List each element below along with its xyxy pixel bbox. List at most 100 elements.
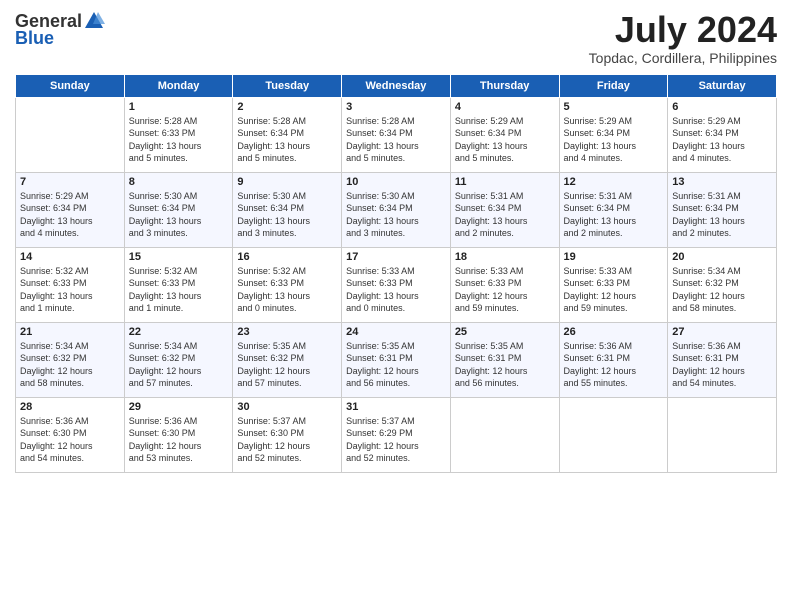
calendar-cell: 7Sunrise: 5:29 AMSunset: 6:34 PMDaylight…	[16, 172, 125, 247]
day-number: 29	[129, 401, 229, 413]
day-number: 25	[455, 326, 555, 338]
sunset-text: Sunset: 6:32 PM	[129, 352, 229, 365]
day-info: Sunrise: 5:29 AMSunset: 6:34 PMDaylight:…	[20, 190, 120, 240]
daylight-text: Daylight: 12 hoursand 57 minutes.	[129, 365, 229, 390]
sunrise-text: Sunrise: 5:33 AM	[455, 265, 555, 278]
daylight-text: Daylight: 12 hoursand 56 minutes.	[346, 365, 446, 390]
day-number: 8	[129, 176, 229, 188]
day-info: Sunrise: 5:28 AMSunset: 6:33 PMDaylight:…	[129, 115, 229, 165]
calendar-cell	[668, 397, 777, 472]
day-info: Sunrise: 5:33 AMSunset: 6:33 PMDaylight:…	[455, 265, 555, 315]
day-number: 10	[346, 176, 446, 188]
main-container: General Blue July 2024 Topdac, Cordiller…	[0, 0, 792, 483]
sunrise-text: Sunrise: 5:32 AM	[237, 265, 337, 278]
sunrise-text: Sunrise: 5:37 AM	[346, 415, 446, 428]
day-info: Sunrise: 5:32 AMSunset: 6:33 PMDaylight:…	[237, 265, 337, 315]
calendar-week-row: 1 Sunrise: 5:28 AMSunset: 6:33 PMDaylight…	[16, 97, 777, 172]
daylight-text: Daylight: 12 hoursand 54 minutes.	[672, 365, 772, 390]
calendar-cell: 26Sunrise: 5:36 AMSunset: 6:31 PMDayligh…	[559, 322, 668, 397]
calendar-cell: 17Sunrise: 5:33 AMSunset: 6:33 PMDayligh…	[342, 247, 451, 322]
sunset-text: Sunset: 6:34 PM	[237, 127, 337, 140]
daylight-text: Daylight: 12 hoursand 56 minutes.	[455, 365, 555, 390]
calendar-cell: 15Sunrise: 5:32 AMSunset: 6:33 PMDayligh…	[124, 247, 233, 322]
day-info: Sunrise: 5:29 AMSunset: 6:34 PMDaylight:…	[672, 115, 772, 165]
calendar-cell: 22Sunrise: 5:34 AMSunset: 6:32 PMDayligh…	[124, 322, 233, 397]
sunset-text: Sunset: 6:30 PM	[237, 427, 337, 440]
sunrise-text: Sunrise: 5:34 AM	[129, 340, 229, 353]
calendar-cell: 4Sunrise: 5:29 AMSunset: 6:34 PMDaylight…	[450, 97, 559, 172]
day-info: Sunrise: 5:28 AMSunset: 6:34 PMDaylight:…	[346, 115, 446, 165]
day-info: Sunrise: 5:29 AMSunset: 6:34 PMDaylight:…	[564, 115, 664, 165]
calendar-cell: 13Sunrise: 5:31 AMSunset: 6:34 PMDayligh…	[668, 172, 777, 247]
title-block: July 2024 Topdac, Cordillera, Philippine…	[589, 10, 777, 66]
sunrise-text: Sunrise: 5:31 AM	[672, 190, 772, 203]
calendar-cell: 20Sunrise: 5:34 AMSunset: 6:32 PMDayligh…	[668, 247, 777, 322]
daylight-text: Daylight: 13 hoursand 3 minutes.	[346, 215, 446, 240]
daylight-text: Daylight: 12 hoursand 58 minutes.	[20, 365, 120, 390]
sunrise-text: Sunrise: 5:29 AM	[20, 190, 120, 203]
day-number: 19	[564, 251, 664, 263]
daylight-text: Daylight: 13 hoursand 1 minute.	[20, 290, 120, 315]
calendar-cell	[450, 397, 559, 472]
sunset-text: Sunset: 6:31 PM	[346, 352, 446, 365]
sunrise-text: Sunrise: 5:29 AM	[672, 115, 772, 128]
calendar-cell: 28Sunrise: 5:36 AMSunset: 6:30 PMDayligh…	[16, 397, 125, 472]
calendar-cell: 27Sunrise: 5:36 AMSunset: 6:31 PMDayligh…	[668, 322, 777, 397]
calendar-cell: 3 Sunrise: 5:28 AMSunset: 6:34 PMDaylight…	[342, 97, 451, 172]
calendar-cell: 30Sunrise: 5:37 AMSunset: 6:30 PMDayligh…	[233, 397, 342, 472]
header: General Blue July 2024 Topdac, Cordiller…	[15, 10, 777, 66]
day-info: Sunrise: 5:37 AMSunset: 6:29 PMDaylight:…	[346, 415, 446, 465]
daylight-text: Daylight: 13 hoursand 0 minutes.	[237, 290, 337, 315]
calendar-cell: 1 Sunrise: 5:28 AMSunset: 6:33 PMDaylight…	[124, 97, 233, 172]
day-number: 16	[237, 251, 337, 263]
daylight-text: Daylight: 12 hoursand 58 minutes.	[672, 290, 772, 315]
sunrise-text: Sunrise: 5:37 AM	[237, 415, 337, 428]
day-number: 1	[129, 101, 229, 113]
sunrise-text: Sunrise: 5:30 AM	[346, 190, 446, 203]
day-info: Sunrise: 5:37 AMSunset: 6:30 PMDaylight:…	[237, 415, 337, 465]
weekday-header-tuesday: Tuesday	[233, 74, 342, 97]
weekday-header-friday: Friday	[559, 74, 668, 97]
calendar-cell: 12Sunrise: 5:31 AMSunset: 6:34 PMDayligh…	[559, 172, 668, 247]
calendar-cell	[16, 97, 125, 172]
calendar-cell: 8Sunrise: 5:30 AMSunset: 6:34 PMDaylight…	[124, 172, 233, 247]
sunrise-text: Sunrise: 5:32 AM	[20, 265, 120, 278]
calendar-cell: 29Sunrise: 5:36 AMSunset: 6:30 PMDayligh…	[124, 397, 233, 472]
weekday-header-wednesday: Wednesday	[342, 74, 451, 97]
calendar-cell: 25Sunrise: 5:35 AMSunset: 6:31 PMDayligh…	[450, 322, 559, 397]
daylight-text: Daylight: 13 hoursand 2 minutes.	[455, 215, 555, 240]
weekday-header-sunday: Sunday	[16, 74, 125, 97]
day-info: Sunrise: 5:36 AMSunset: 6:31 PMDaylight:…	[672, 340, 772, 390]
calendar-cell: 18Sunrise: 5:33 AMSunset: 6:33 PMDayligh…	[450, 247, 559, 322]
day-info: Sunrise: 5:31 AMSunset: 6:34 PMDaylight:…	[455, 190, 555, 240]
daylight-text: Daylight: 13 hoursand 5 minutes.	[237, 140, 337, 165]
daylight-text: Daylight: 13 hoursand 1 minute.	[129, 290, 229, 315]
sunset-text: Sunset: 6:34 PM	[237, 202, 337, 215]
sunrise-text: Sunrise: 5:33 AM	[564, 265, 664, 278]
sunrise-text: Sunrise: 5:35 AM	[455, 340, 555, 353]
sunset-text: Sunset: 6:30 PM	[20, 427, 120, 440]
daylight-text: Daylight: 13 hoursand 5 minutes.	[129, 140, 229, 165]
sunrise-text: Sunrise: 5:36 AM	[20, 415, 120, 428]
sunset-text: Sunset: 6:30 PM	[129, 427, 229, 440]
day-number: 20	[672, 251, 772, 263]
sunrise-text: Sunrise: 5:36 AM	[564, 340, 664, 353]
sunset-text: Sunset: 6:31 PM	[672, 352, 772, 365]
sunset-text: Sunset: 6:34 PM	[455, 202, 555, 215]
calendar-cell	[559, 397, 668, 472]
sunset-text: Sunset: 6:34 PM	[564, 202, 664, 215]
day-info: Sunrise: 5:28 AMSunset: 6:34 PMDaylight:…	[237, 115, 337, 165]
sunrise-text: Sunrise: 5:28 AM	[237, 115, 337, 128]
daylight-text: Daylight: 13 hoursand 3 minutes.	[129, 215, 229, 240]
day-number: 3	[346, 101, 446, 113]
sunset-text: Sunset: 6:33 PM	[564, 277, 664, 290]
day-number: 9	[237, 176, 337, 188]
sunrise-text: Sunrise: 5:34 AM	[672, 265, 772, 278]
calendar-cell: 2Sunrise: 5:28 AMSunset: 6:34 PMDaylight…	[233, 97, 342, 172]
weekday-header-monday: Monday	[124, 74, 233, 97]
day-info: Sunrise: 5:32 AMSunset: 6:33 PMDaylight:…	[20, 265, 120, 315]
month-year-title: July 2024	[589, 10, 777, 50]
calendar-cell: 10Sunrise: 5:30 AMSunset: 6:34 PMDayligh…	[342, 172, 451, 247]
sunrise-text: Sunrise: 5:32 AM	[129, 265, 229, 278]
calendar-week-row: 21Sunrise: 5:34 AMSunset: 6:32 PMDayligh…	[16, 322, 777, 397]
